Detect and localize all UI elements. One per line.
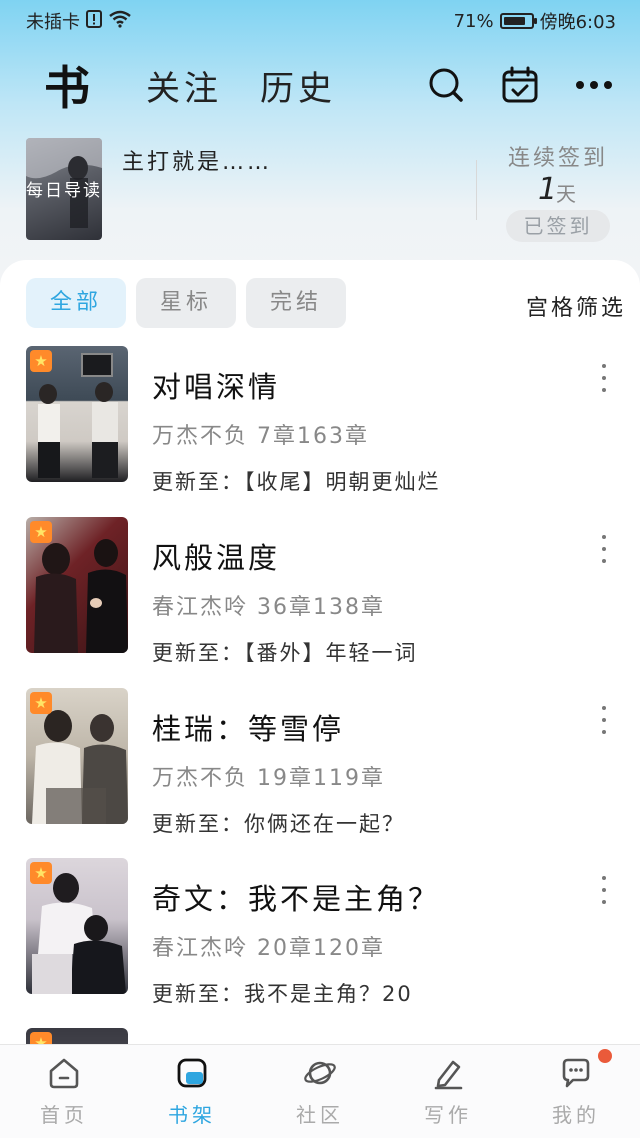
book-cover[interactable]: ★ [26, 858, 128, 994]
filter-completed[interactable]: 完结 [246, 278, 347, 328]
nav-write[interactable]: 写作 [384, 1045, 512, 1138]
book-more-icon[interactable] [594, 364, 614, 392]
carrier-text: 未插卡 [26, 12, 80, 33]
chat-bubble-icon [558, 1055, 594, 1091]
book-cover[interactable]: ★ [26, 346, 128, 482]
book-cover[interactable]: ★ [26, 688, 128, 824]
bookshelf-icon [174, 1055, 210, 1091]
nav-home-label: 首页 [40, 1103, 88, 1127]
daily-guide-section: 每日导读 主打就是…… 连续签到 1 天 已签到 [0, 130, 640, 250]
nav-mine-label: 我的 [552, 1103, 600, 1127]
star-badge-icon: ★ [30, 350, 52, 372]
book-title: 桂瑞：等雪停 [152, 712, 345, 746]
book-item[interactable]: ★ 奇文：我不是主角？ 春江杰呤 20章120章 更新至：我不是主角？20 [0, 858, 640, 1006]
filter-starred[interactable]: 星标 [136, 278, 237, 328]
tab-books[interactable]: 书 [44, 52, 90, 118]
search-icon[interactable] [426, 65, 466, 105]
book-meta: 春江杰呤 36章138章 [152, 595, 385, 620]
wifi-icon [108, 10, 132, 33]
book-meta: 春江杰呤 20章120章 [152, 936, 385, 961]
book-more-icon[interactable] [594, 535, 614, 563]
tab-follow[interactable]: 关注 [146, 61, 222, 110]
book-update: 更新至：【番外】年轻一词 [152, 641, 418, 665]
book-meta: 万杰不负 19章119章 [152, 766, 385, 791]
battery-icon [499, 13, 537, 29]
clock-text: 傍晚6:03 [539, 12, 616, 33]
signin-button[interactable]: 已签到 [506, 210, 610, 242]
status-left: 未插卡 [26, 8, 132, 34]
book-meta: 万杰不负 7章163章 [152, 424, 369, 449]
book-item[interactable]: ★ 对唱深情 万杰不负 7章163章 更新至：【收尾】明朝更灿烂 [0, 346, 640, 494]
signin-unit: 天 [556, 182, 576, 206]
nav-bookshelf[interactable]: 书架 [128, 1045, 256, 1138]
book-more-icon[interactable] [594, 876, 614, 904]
sim-alert-icon [86, 9, 102, 33]
tab-history[interactable]: 历史 [260, 61, 336, 110]
calendar-check-icon[interactable] [500, 65, 540, 105]
nav-home[interactable]: 首页 [0, 1045, 128, 1138]
divider [476, 160, 477, 220]
nav-community[interactable]: 社区 [256, 1045, 384, 1138]
status-bar: 未插卡 71% 傍晚6:03 [0, 0, 640, 42]
battery-percent: 71% [453, 10, 494, 32]
daily-guide-cover-label: 每日导读 [26, 181, 102, 201]
notification-dot [598, 1049, 612, 1063]
nav-community-label: 社区 [296, 1103, 344, 1127]
nav-write-label: 写作 [424, 1103, 472, 1127]
filter-all[interactable]: 全部 [26, 278, 127, 328]
star-badge-icon: ★ [30, 862, 52, 884]
book-more-icon[interactable] [594, 706, 614, 734]
book-cover[interactable]: ★ [26, 517, 128, 653]
filter-chips: 全部 星标 完结 [26, 278, 347, 328]
nav-bookshelf-label: 书架 [168, 1103, 216, 1127]
daily-guide-cover[interactable]: 每日导读 [26, 138, 102, 240]
top-header: 书 关注 历史 [0, 50, 640, 120]
book-item[interactable]: ★ 风般温度 春江杰呤 36章138章 更新至：【番外】年轻一词 [0, 517, 640, 665]
status-right: 71% 傍晚6:03 [454, 8, 616, 34]
signin-days: 1 [538, 172, 558, 207]
home-icon [46, 1055, 82, 1091]
book-item[interactable]: ★ 桂瑞：等雪停 万杰不负 19章119章 更新至：你俩还在一起？ [0, 688, 640, 836]
book-update: 更新至：【收尾】明朝更灿烂 [152, 470, 441, 494]
nav-mine[interactable]: 我的 [512, 1045, 640, 1138]
daily-guide-text[interactable]: 主打就是…… [122, 144, 272, 176]
book-update: 更新至：你俩还在一起？ [152, 812, 405, 836]
header-actions [426, 65, 614, 105]
pen-icon [430, 1055, 466, 1091]
star-badge-icon: ★ [30, 692, 52, 714]
planet-icon [302, 1055, 338, 1091]
book-title: 对唱深情 [152, 370, 281, 404]
bookshelf-panel: 全部 星标 完结 宫格筛选 ★ 对唱深情 万杰不负 7章163章 更新至：【收尾… [0, 260, 640, 1046]
book-title: 风般温度 [152, 541, 281, 575]
book-title: 奇文：我不是主角？ [152, 882, 441, 916]
signin-title: 连续签到 [508, 146, 609, 171]
more-icon[interactable] [574, 65, 614, 105]
book-update: 更新至：我不是主角？20 [152, 982, 413, 1006]
star-badge-icon: ★ [30, 521, 52, 543]
bottom-navigation: 首页 书架 社区 写作 我的 [0, 1044, 640, 1138]
grid-filter-button[interactable]: 宫格筛选 [526, 290, 626, 322]
